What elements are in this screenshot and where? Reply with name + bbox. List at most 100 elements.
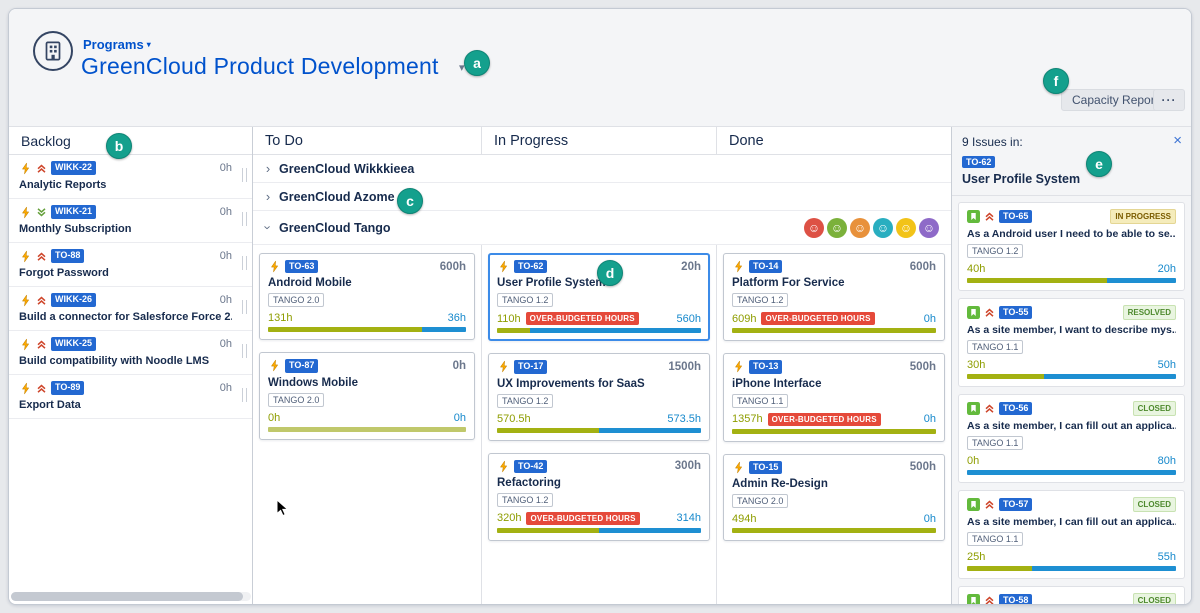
- swimlane-azome[interactable]: › GreenCloud Azome: [253, 183, 951, 211]
- programs-logo-icon: [33, 31, 73, 71]
- issue-type-bolt-icon: [19, 206, 32, 219]
- issue-key-badge[interactable]: TO-88: [51, 249, 84, 262]
- issue-summary: As a site member, I want to describe mys…: [967, 324, 1176, 336]
- issue-key-badge[interactable]: TO-13: [749, 360, 782, 373]
- hours-row: 0h 80h: [967, 455, 1176, 467]
- progress-bar: [967, 566, 1176, 571]
- progress-bar: [967, 278, 1176, 283]
- priority-highest-icon: [36, 295, 47, 306]
- drag-handle-icon[interactable]: [242, 300, 247, 314]
- progress-bar: [497, 528, 701, 533]
- issue-key-badge[interactable]: TO-63: [285, 260, 318, 273]
- panel-issue-card[interactable]: TO-57 CLOSED As a site member, I can fil…: [958, 490, 1185, 579]
- progress-bar: [268, 327, 466, 332]
- spent-hours: 110h: [497, 313, 521, 325]
- breadcrumb-label: Programs: [83, 37, 144, 52]
- issue-key-badge[interactable]: TO-15: [749, 461, 782, 474]
- breadcrumb[interactable]: Programs▾: [83, 37, 151, 52]
- horizontal-scrollbar[interactable]: [11, 592, 251, 601]
- remaining-hours: 0h: [924, 513, 936, 525]
- avatar[interactable]: ☺: [873, 218, 893, 238]
- backlog-item[interactable]: WIKK-26 0h Build a connector for Salesfo…: [9, 287, 252, 331]
- drag-handle-icon[interactable]: [242, 212, 247, 226]
- board-card[interactable]: TO-63 600h Android Mobile TANGO 2.0 131h…: [259, 253, 475, 340]
- spent-hours: 0h: [268, 412, 280, 424]
- issue-key-badge[interactable]: WIKK-26: [51, 293, 96, 306]
- issue-key-badge[interactable]: TO-56: [999, 402, 1032, 415]
- board-card[interactable]: TO-87 0h Windows Mobile TANGO 2.0 0h 0h: [259, 352, 475, 439]
- spent-hours: 1357h: [732, 413, 763, 425]
- panel-issue-card[interactable]: TO-55 RESOLVED As a site member, I want …: [958, 298, 1185, 387]
- annotation-e: e: [1086, 151, 1112, 177]
- annotation-d: d: [597, 260, 623, 286]
- issue-key-badge[interactable]: TO-42: [514, 460, 547, 473]
- issue-key-badge[interactable]: TO-87: [285, 359, 318, 372]
- spent-hours: 30h: [967, 359, 985, 371]
- swimlane-tango[interactable]: › GreenCloud Tango ☺ ☺ ☺ ☺ ☺ ☺: [253, 211, 951, 245]
- issue-title: Monthly Subscription: [19, 223, 232, 235]
- avatar[interactable]: ☺: [804, 218, 824, 238]
- column-todo: TO-63 600h Android Mobile TANGO 2.0 131h…: [253, 245, 481, 604]
- issue-key-badge[interactable]: TO-14: [749, 260, 782, 273]
- priority-highest-icon: [36, 163, 47, 174]
- issue-type-bolt-icon: [732, 461, 745, 474]
- panel-issue-card[interactable]: TO-58 CLOSED As a trainer, I want my pro…: [958, 586, 1185, 604]
- backlog-item[interactable]: TO-89 0h Export Data: [9, 375, 252, 419]
- assignee-avatars: ☺ ☺ ☺ ☺ ☺ ☺: [804, 218, 951, 238]
- board-card[interactable]: TO-15 500h Admin Re-Design TANGO 2.0 494…: [723, 454, 945, 541]
- backlog-item[interactable]: WIKK-25 0h Build compatibility with Nood…: [9, 331, 252, 375]
- drag-handle-icon[interactable]: [242, 168, 247, 182]
- chevron-right-icon: ›: [263, 189, 273, 204]
- backlog-item-row: TO-89 0h: [19, 381, 232, 395]
- avatar[interactable]: ☺: [896, 218, 916, 238]
- avatar[interactable]: ☺: [850, 218, 870, 238]
- more-actions-button[interactable]: ···: [1153, 89, 1185, 111]
- issue-type-bolt-icon: [19, 294, 32, 307]
- backlog-item[interactable]: WIKK-21 0h Monthly Subscription: [9, 199, 252, 243]
- card-header-row: TO-42 300h: [497, 460, 701, 473]
- avatar[interactable]: ☺: [919, 218, 939, 238]
- progress-bar: [967, 470, 1176, 475]
- issue-key-badge[interactable]: TO-17: [514, 360, 547, 373]
- issue-key-badge[interactable]: TO-57: [999, 498, 1032, 511]
- version-label: TANGO 1.2: [497, 394, 553, 408]
- hours-row: 1357h OVER-BUDGETED HOURS 0h: [732, 413, 936, 426]
- issue-key-badge[interactable]: WIKK-21: [51, 205, 96, 218]
- issue-key-badge[interactable]: TO-65: [999, 210, 1032, 223]
- card-title: UX Improvements for SaaS: [497, 378, 701, 390]
- board-card[interactable]: TO-13 500h iPhone Interface TANGO 1.1 13…: [723, 353, 945, 441]
- card-header-row: TO-58 CLOSED: [967, 593, 1176, 604]
- backlog-item[interactable]: WIKK-22 0h Analytic Reports: [9, 155, 252, 199]
- drag-handle-icon[interactable]: [242, 344, 247, 358]
- spent-hours: 40h: [967, 263, 985, 275]
- board-card[interactable]: TO-42 300h Refactoring TANGO 1.2 320h OV…: [488, 453, 710, 541]
- swimlane-wikkkieea[interactable]: › GreenCloud Wikkkieea: [253, 155, 951, 183]
- board-card[interactable]: TO-17 1500h UX Improvements for SaaS TAN…: [488, 353, 710, 440]
- issue-key-badge[interactable]: WIKK-22: [51, 161, 96, 174]
- issue-key-badge[interactable]: TO-62: [514, 260, 547, 273]
- progress-bar: [497, 428, 701, 433]
- hours-row: 40h 20h: [967, 263, 1176, 275]
- drag-handle-icon[interactable]: [242, 256, 247, 270]
- drag-handle-icon[interactable]: [242, 388, 247, 402]
- issue-hours: 0h: [220, 250, 232, 262]
- scrollbar-thumb[interactable]: [11, 592, 243, 601]
- issue-key-badge[interactable]: WIKK-25: [51, 337, 96, 350]
- panel-issue-card[interactable]: TO-56 CLOSED As a site member, I can fil…: [958, 394, 1185, 483]
- over-budget-badge: OVER-BUDGETED HOURS: [526, 512, 639, 525]
- priority-minor-icon: [36, 207, 47, 218]
- issue-key-badge[interactable]: TO-58: [999, 594, 1032, 604]
- close-icon[interactable]: ×: [1173, 132, 1182, 149]
- backlog-item[interactable]: TO-88 0h Forgot Password: [9, 243, 252, 287]
- panel-issue-card[interactable]: TO-65 IN PROGRESS As a Android user I ne…: [958, 202, 1185, 291]
- avatar[interactable]: ☺: [827, 218, 847, 238]
- status-badge: CLOSED: [1133, 401, 1176, 416]
- issue-key-badge[interactable]: TO-89: [51, 381, 84, 394]
- version-label: TANGO 1.2: [732, 293, 788, 307]
- issue-key-badge[interactable]: TO-62: [962, 156, 995, 168]
- issue-key-badge[interactable]: TO-55: [999, 306, 1032, 319]
- board-card[interactable]: TO-14 600h Platform For Service TANGO 1.…: [723, 253, 945, 341]
- over-budget-badge: OVER-BUDGETED HOURS: [526, 312, 639, 325]
- estimate-hours: 600h: [440, 261, 466, 273]
- priority-highest-icon: [36, 251, 47, 262]
